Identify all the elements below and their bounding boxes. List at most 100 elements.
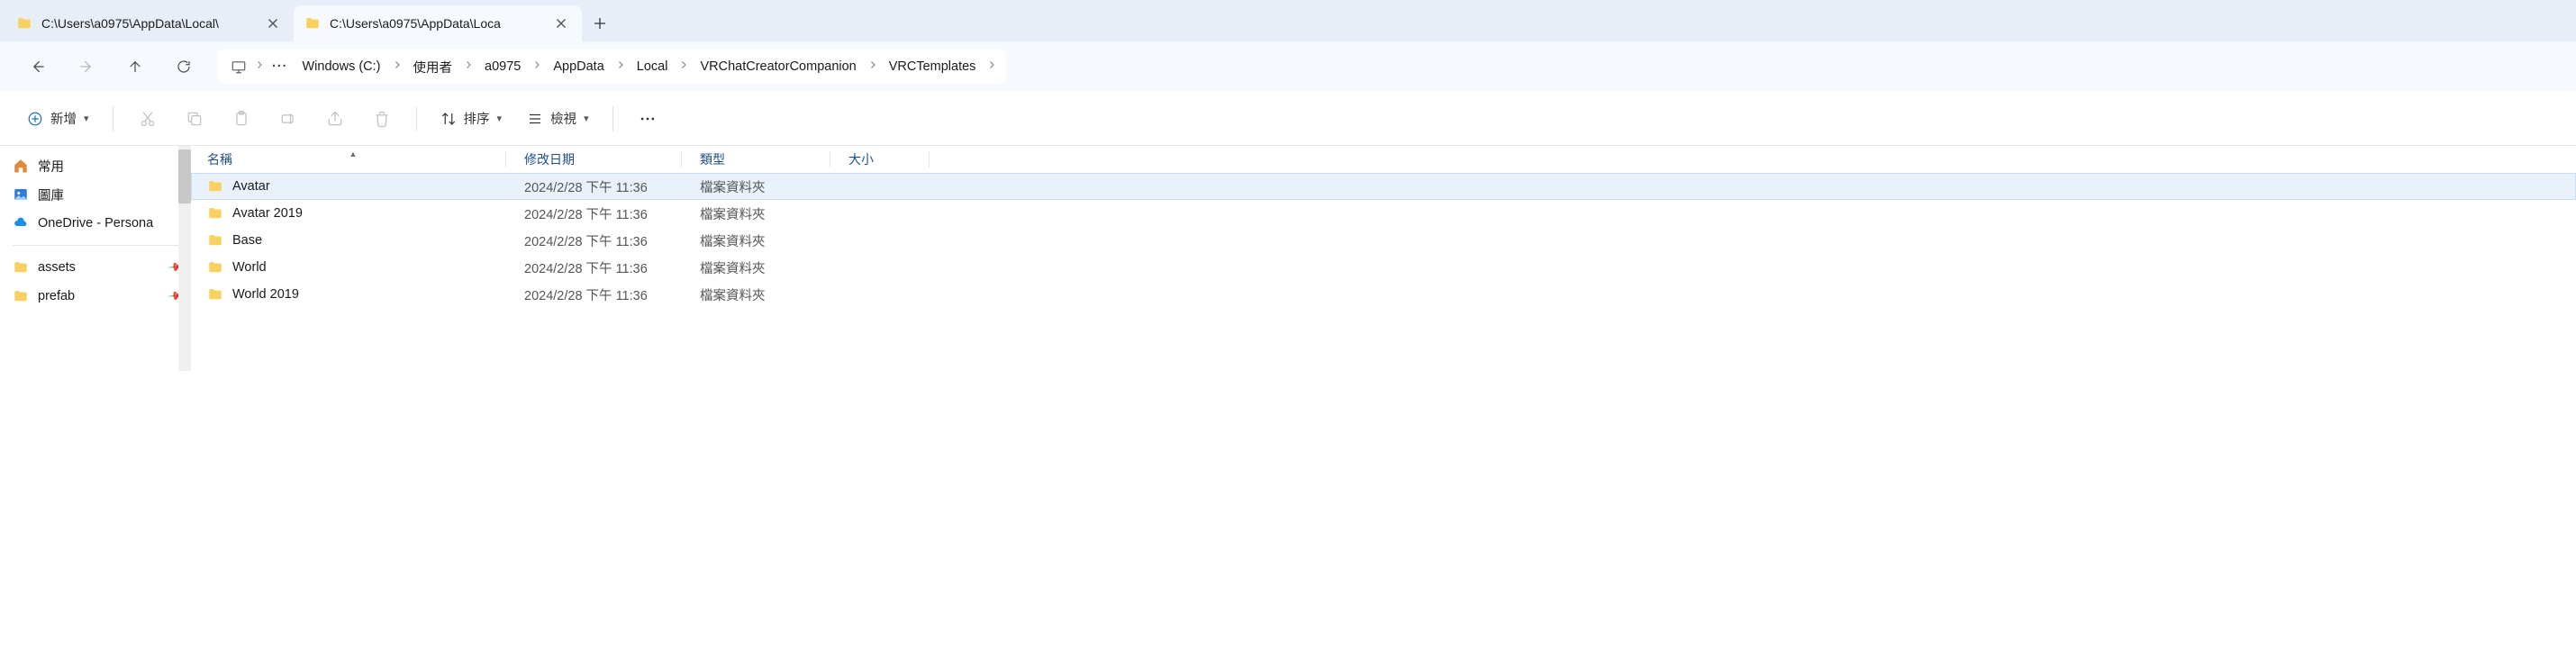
folder-icon: [207, 286, 223, 303]
up-button[interactable]: [113, 49, 157, 85]
column-header-date[interactable]: 修改日期: [515, 150, 691, 168]
column-header-name[interactable]: ▲名稱: [191, 150, 515, 168]
separator: [416, 106, 417, 131]
sort-icon: [440, 111, 457, 127]
sort-asc-icon: ▲: [349, 149, 358, 158]
tab-strip: C:\Users\a0975\AppData\Local\ C:\Users\a…: [0, 0, 2576, 41]
tab-1[interactable]: C:\Users\a0975\AppData\Loca: [294, 5, 582, 41]
forward-button[interactable]: [65, 49, 108, 85]
breadcrumb-seg[interactable]: VRChatCreatorCompanion: [691, 50, 865, 84]
more-button[interactable]: [626, 102, 669, 136]
sidebar-item-label: 常用: [38, 157, 64, 176]
cell-type: 檔案資料夾: [691, 285, 839, 304]
gallery-icon: [13, 186, 29, 203]
sidebar-item-prefab[interactable]: prefab 📌: [0, 282, 191, 311]
breadcrumb-seg[interactable]: 使用者: [404, 50, 462, 84]
onedrive-icon: [13, 215, 29, 231]
column-header-size[interactable]: 大小: [839, 150, 939, 168]
table-row[interactable]: Avatar 20192024/2/28 下午 11:36檔案資料夾: [191, 200, 2576, 227]
table-row[interactable]: World 2019 2024/2/28 下午 11:36檔案資料夾: [191, 281, 2576, 308]
table-row[interactable]: Base2024/2/28 下午 11:36檔案資料夾: [191, 227, 2576, 254]
rename-button[interactable]: [267, 102, 310, 136]
table-row[interactable]: Avatar2024/2/28 下午 11:36檔案資料夾: [191, 173, 2576, 200]
chevron-down-icon: ▾: [497, 113, 503, 124]
home-icon: [13, 158, 29, 174]
view-button[interactable]: 檢視 ▾: [516, 102, 600, 136]
view-icon: [527, 111, 543, 127]
file-name: Base: [232, 233, 262, 248]
file-list: ▲名稱 修改日期 類型 大小 Avatar2024/2/28 下午 11:36檔…: [191, 146, 2576, 371]
chevron-right-icon[interactable]: [461, 59, 476, 74]
paste-button[interactable]: [220, 102, 263, 136]
view-label: 檢視: [550, 109, 576, 128]
chevron-down-icon: ▾: [584, 113, 589, 124]
separator: [612, 106, 613, 131]
breadcrumb-seg[interactable]: a0975: [476, 50, 530, 84]
new-button[interactable]: 新增 ▾: [16, 102, 100, 136]
new-label: 新增: [50, 109, 77, 128]
close-icon[interactable]: [265, 15, 281, 32]
chevron-right-icon[interactable]: [866, 59, 880, 74]
folder-icon: [207, 232, 223, 249]
sort-button[interactable]: 排序 ▾: [430, 102, 513, 136]
sort-label: 排序: [464, 109, 490, 128]
cell-date: 2024/2/28 下午 11:36: [515, 204, 691, 223]
tab-0[interactable]: C:\Users\a0975\AppData\Local\: [5, 5, 294, 41]
table-row[interactable]: World 2024/2/28 下午 11:36檔案資料夾: [191, 254, 2576, 281]
sidebar-item-onedrive[interactable]: OneDrive - Persona: [0, 209, 191, 238]
cell-name: Base: [191, 232, 515, 249]
copy-button[interactable]: [173, 102, 216, 136]
sidebar-item-label: assets: [38, 260, 76, 275]
folder-icon: [16, 15, 32, 32]
cell-type: 檔案資料夾: [691, 177, 839, 196]
column-header-type[interactable]: 類型: [691, 150, 839, 168]
breadcrumb-seg[interactable]: VRCTemplates: [880, 50, 985, 84]
address-bar[interactable]: ··· Windows (C:) 使用者 a0975 AppData Local…: [218, 50, 1006, 84]
folder-icon: [207, 205, 223, 222]
file-name: World: [232, 260, 267, 275]
file-name: World 2019: [232, 287, 299, 302]
scrollbar-thumb[interactable]: [178, 149, 191, 203]
sidebar-item-home[interactable]: 常用: [0, 151, 191, 180]
sidebar-item-gallery[interactable]: 圖庫: [0, 180, 191, 209]
folder-icon: [13, 288, 29, 304]
breadcrumb-overflow[interactable]: ···: [267, 59, 294, 74]
sidebar-item-label: OneDrive - Persona: [38, 216, 153, 231]
file-name: Avatar 2019: [232, 206, 303, 221]
cell-name: World: [191, 259, 515, 276]
cell-name: Avatar 2019: [191, 205, 515, 222]
folder-icon: [207, 259, 223, 276]
cell-type: 檔案資料夾: [691, 258, 839, 277]
sidebar-item-assets[interactable]: assets 📌: [0, 253, 191, 282]
cut-button[interactable]: [126, 102, 169, 136]
folder-icon: [13, 259, 29, 276]
chevron-right-icon[interactable]: [613, 59, 628, 74]
share-button[interactable]: [313, 102, 357, 136]
sidebar-scrollbar[interactable]: [178, 146, 191, 371]
breadcrumb-seg[interactable]: AppData: [544, 50, 612, 84]
delete-button[interactable]: [360, 102, 404, 136]
refresh-button[interactable]: [162, 49, 205, 85]
cell-date: 2024/2/28 下午 11:36: [515, 231, 691, 250]
chevron-right-icon[interactable]: [530, 59, 544, 74]
chevron-right-icon[interactable]: [676, 59, 691, 74]
cell-date: 2024/2/28 下午 11:36: [515, 285, 691, 304]
column-headers: ▲名稱 修改日期 類型 大小: [191, 146, 2576, 173]
new-tab-button[interactable]: [582, 5, 618, 41]
breadcrumb-seg[interactable]: Windows (C:): [294, 50, 390, 84]
chevron-right-icon[interactable]: [390, 59, 404, 74]
chevron-down-icon: ▾: [84, 113, 89, 124]
breadcrumb-seg[interactable]: Local: [628, 50, 677, 84]
pc-icon[interactable]: [225, 59, 252, 75]
folder-icon: [304, 15, 321, 32]
cell-date: 2024/2/28 下午 11:36: [515, 258, 691, 277]
plus-circle-icon: [27, 111, 43, 127]
close-icon[interactable]: [553, 15, 569, 32]
cell-date: 2024/2/28 下午 11:36: [515, 177, 691, 196]
nav-bar: ··· Windows (C:) 使用者 a0975 AppData Local…: [0, 41, 2576, 92]
chevron-right-icon[interactable]: [252, 59, 267, 74]
chevron-right-icon[interactable]: [984, 59, 999, 74]
sidebar-item-label: prefab: [38, 289, 75, 303]
back-button[interactable]: [16, 49, 59, 85]
tab-title: C:\Users\a0975\AppData\Local\: [41, 16, 256, 31]
